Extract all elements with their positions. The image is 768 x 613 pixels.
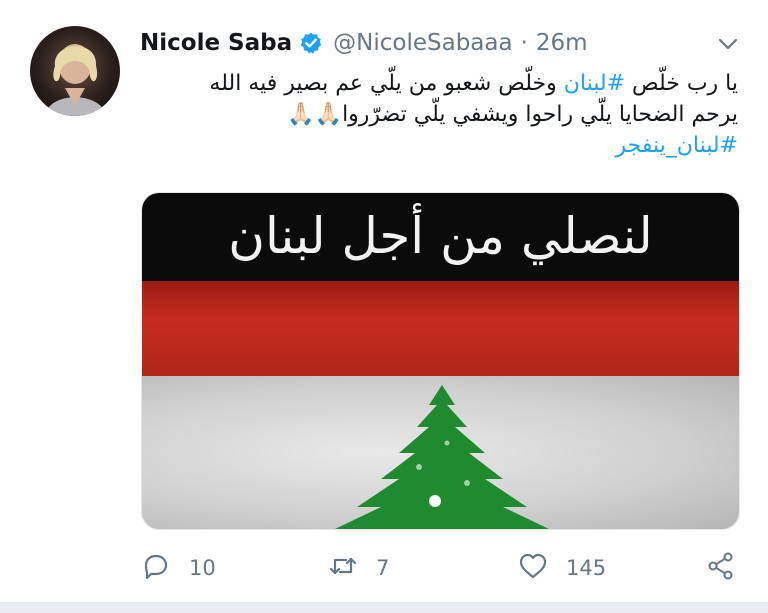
text-segment: وخلّص شعبو من يلّي عم بصير فيه الله [209, 71, 564, 96]
reply-button[interactable]: 10 [141, 548, 216, 588]
time-separator: · [520, 30, 528, 56]
text-segment: يا رب خلّص [625, 71, 738, 96]
like-count: 145 [566, 556, 607, 580]
author-handle[interactable]: @NicoleSabaaa [333, 30, 512, 56]
reply-icon [141, 551, 171, 586]
retweet-count: 7 [376, 556, 390, 580]
tweet-text-line-1: يا رب خلّص #لبنان وخلّص شعبو من يلّي عم … [148, 68, 738, 99]
tweet-actions: 10 7 145 [0, 548, 768, 588]
tweet-text-line-2: يرحم الضحايا يلّي راحوا ويشفي يلّي تضرّر… [287, 102, 738, 127]
chevron-down-icon[interactable] [715, 31, 741, 57]
share-icon [706, 551, 736, 586]
verified-badge-icon [299, 31, 323, 55]
image-caption: لنصلي من أجل لبنان [228, 207, 653, 265]
like-icon [518, 551, 548, 586]
tweet-image[interactable]: لنصلي من أجل لبنان [141, 192, 740, 530]
retweet-button[interactable]: 7 [328, 548, 389, 588]
bottom-divider [0, 602, 768, 613]
tweet-time[interactable]: 26m [536, 30, 588, 56]
avatar-portrait [45, 44, 106, 116]
hashtag-lebanon-explodes[interactable]: #لبنان_ينفجر [148, 130, 738, 161]
flag-red-stripe [142, 281, 739, 376]
avatar[interactable] [30, 26, 120, 116]
author-name[interactable]: Nicole Saba [140, 30, 292, 56]
retweet-icon [328, 551, 358, 586]
reply-count: 10 [189, 556, 216, 580]
tweet-text: يا رب خلّص #لبنان وخلّص شعبو من يلّي عم … [148, 68, 738, 161]
share-button[interactable] [706, 548, 736, 588]
tweet-header: Nicole Saba @NicoleSabaaa · 26m [140, 26, 588, 60]
cedar-tree-icon [335, 385, 549, 529]
hashtag-lebanon[interactable]: #لبنان [564, 71, 625, 96]
like-button[interactable]: 145 [518, 548, 606, 588]
